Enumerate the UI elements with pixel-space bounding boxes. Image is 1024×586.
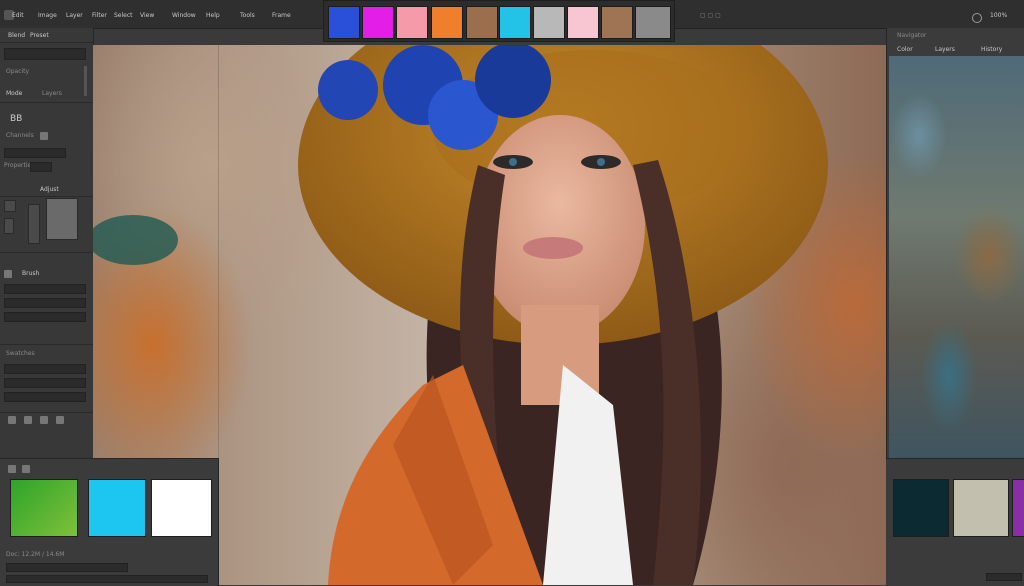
- layer-icon[interactable]: [4, 270, 12, 278]
- menu-filter[interactable]: Filter: [92, 12, 107, 20]
- menu-window[interactable]: Window: [172, 12, 196, 20]
- fx-icon[interactable]: [56, 416, 64, 424]
- hardness-field[interactable]: [4, 298, 86, 308]
- swatch-cyan[interactable]: [499, 6, 531, 39]
- bottom-right-panel: [886, 458, 1024, 586]
- layer-thumb-3[interactable]: [4, 218, 14, 234]
- left-label-preset: Preset: [30, 32, 49, 39]
- flower-4: [318, 60, 378, 120]
- new-layer-icon[interactable]: [24, 416, 32, 424]
- left-label-layers: Layers: [42, 90, 62, 97]
- bottom-right-field[interactable]: [986, 573, 1022, 581]
- swatch-sky[interactable]: [88, 479, 146, 537]
- settings-icon[interactable]: [972, 13, 982, 23]
- swatch-dark-teal[interactable]: [893, 479, 949, 537]
- layer-thumb-2[interactable]: [46, 198, 78, 240]
- menu-tools[interactable]: Tools: [240, 12, 255, 20]
- foreground-icon[interactable]: [8, 465, 16, 473]
- mask-icon[interactable]: [40, 416, 48, 424]
- swatch-magenta[interactable]: [362, 6, 394, 39]
- leaf: [93, 215, 178, 265]
- color-swatch-strip: [323, 0, 675, 42]
- right-label-navigator: Navigator: [897, 32, 927, 39]
- spacing-field[interactable]: [4, 312, 86, 322]
- swatch-brown[interactable]: [466, 6, 498, 39]
- menu-edit[interactable]: Edit: [12, 12, 24, 20]
- swatch-light-pink[interactable]: [567, 6, 599, 39]
- swatch-dark-gray[interactable]: [635, 6, 671, 39]
- menu-layer[interactable]: Layer: [66, 12, 83, 20]
- lips: [523, 237, 583, 259]
- bottom-field-1[interactable]: [6, 563, 128, 572]
- swatch-orange[interactable]: [431, 6, 463, 39]
- flower-3: [475, 45, 551, 118]
- layer-row-2[interactable]: [4, 378, 86, 388]
- layer-row-1[interactable]: [4, 364, 86, 374]
- swatch-beige[interactable]: [953, 479, 1009, 537]
- swatch-white[interactable]: [151, 479, 212, 537]
- menu-help[interactable]: Help: [206, 12, 220, 20]
- layer-thumb-4[interactable]: [28, 204, 40, 244]
- left-label-opacity: Opacity: [6, 68, 30, 75]
- flow-field[interactable]: [30, 162, 52, 172]
- text-tool-icon[interactable]: BB: [10, 114, 22, 124]
- trash-icon[interactable]: [8, 416, 16, 424]
- left-label-swatches: Swatches: [6, 350, 35, 357]
- menu-select[interactable]: Select: [114, 12, 133, 20]
- navigator-preview[interactable]: [889, 56, 1024, 458]
- layer-thumb-1[interactable]: [4, 200, 16, 212]
- left-label-channels: Channels: [6, 132, 34, 139]
- menu-view[interactable]: View: [140, 12, 154, 20]
- left-label-adjust: Adjust: [40, 186, 59, 193]
- swatch-tan[interactable]: [601, 6, 633, 39]
- face: [475, 115, 645, 335]
- layer-row-3[interactable]: [4, 392, 86, 402]
- swatch-purple[interactable]: [1012, 479, 1024, 537]
- left-label-mode: Mode: [6, 90, 23, 97]
- swatch-green[interactable]: [10, 479, 78, 537]
- brush-field[interactable]: [4, 284, 86, 294]
- swatch-gray[interactable]: [533, 6, 565, 39]
- brush-tool-icon[interactable]: [40, 132, 48, 140]
- menu-frame[interactable]: Frame: [272, 12, 291, 20]
- left-scrollbar[interactable]: [84, 66, 87, 96]
- opacity-field[interactable]: [4, 48, 86, 60]
- left-label-blend: Blend: [8, 32, 26, 39]
- swatch-blue[interactable]: [328, 6, 360, 39]
- right-tab-layers[interactable]: Layers: [935, 46, 955, 54]
- bottom-field-2[interactable]: [6, 575, 208, 583]
- menu-image[interactable]: Image: [38, 12, 57, 20]
- menu-extra-1: ▢ ▢ ▢: [700, 12, 721, 19]
- zoom-label[interactable]: 100%: [990, 12, 1007, 20]
- status-text: Doc: 12.2M / 14.6M: [6, 551, 65, 558]
- right-tab-history[interactable]: History: [981, 46, 1002, 54]
- left-label-brush: Brush: [22, 270, 40, 277]
- background-icon[interactable]: [22, 465, 30, 473]
- right-tab-color[interactable]: Color: [897, 46, 913, 54]
- swatch-pink[interactable]: [396, 6, 428, 39]
- size-field[interactable]: [4, 148, 66, 158]
- bottom-color-panel: Doc: 12.2M / 14.6M: [0, 458, 219, 586]
